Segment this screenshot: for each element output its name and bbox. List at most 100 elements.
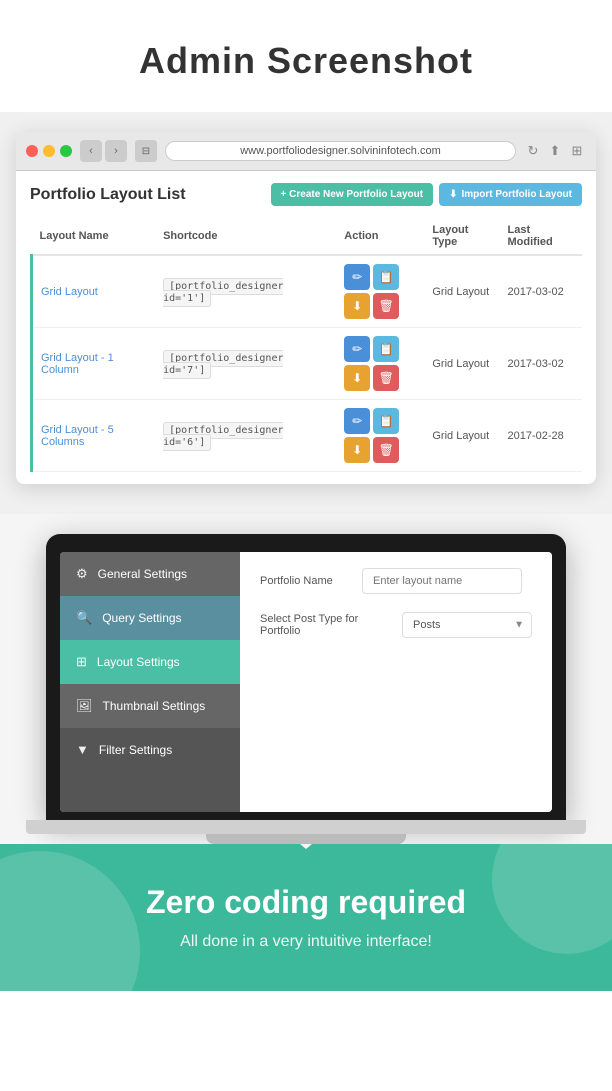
table-row: Grid Layout - 5 Columns [portfolio_desig… [32, 400, 583, 472]
reload-icon[interactable]: ↻ [524, 142, 542, 160]
laptop-sidebar: ⚙ General Settings 🔍 Query Settings ⊞ La… [60, 552, 240, 812]
title-section: Admin Screenshot [0, 0, 612, 112]
cell-action: ✏ 📋 ⬇ 🗑 [336, 400, 424, 472]
edit-button[interactable]: ✏ [344, 408, 370, 434]
col-last-modified: Last Modified [500, 218, 582, 255]
forward-button[interactable]: › [105, 140, 127, 162]
browser-nav: ‹ › [80, 140, 127, 162]
minimize-dot[interactable] [43, 145, 55, 157]
shortcode-value: [portfolio_designer id='7'] [163, 350, 283, 379]
table-row: Grid Layout [portfolio_designer id='1'] … [32, 255, 583, 328]
cell-shortcode: [portfolio_designer id='7'] [155, 328, 336, 400]
sidebar-item-thumbnail[interactable]: 🖼 Thumbnail Settings [60, 684, 240, 728]
new-tab-icon[interactable]: ⊞ [568, 142, 586, 160]
laptop-section: ⚙ General Settings 🔍 Query Settings ⊞ La… [0, 514, 612, 844]
browser-dots [26, 145, 72, 157]
laptop-screen: ⚙ General Settings 🔍 Query Settings ⊞ La… [60, 552, 552, 812]
import-label: Import Portfolio Layout [461, 189, 572, 200]
panel-title: Portfolio Layout List [30, 186, 186, 204]
delete-button[interactable]: 🗑 [373, 365, 399, 391]
sidebar-label-general: General Settings [98, 567, 187, 581]
form-row-post-type: Select Post Type for Portfolio Posts Pag… [260, 612, 532, 638]
form-row-name: Portfolio Name [260, 568, 532, 594]
sidebar-item-general[interactable]: ⚙ General Settings [60, 552, 240, 596]
page-title: Admin Screenshot [20, 40, 592, 82]
green-section: Zero coding required All done in a very … [0, 844, 612, 991]
image-icon: 🖼 [76, 698, 93, 714]
table-header-row: Layout Name Shortcode Action Layout Type… [32, 218, 583, 255]
cell-layout-type: Grid Layout [424, 255, 499, 328]
copy-button[interactable]: 📋 [373, 264, 399, 290]
portfolio-name-label: Portfolio Name [260, 575, 350, 587]
sidebar-label-query: Query Settings [102, 611, 181, 625]
cell-last-modified: 2017-03-02 [500, 255, 582, 328]
gear-icon: ⚙ [76, 566, 88, 582]
layout-name-link[interactable]: Grid Layout - 1 Column [41, 352, 114, 376]
copy-button[interactable]: 📋 [373, 408, 399, 434]
cell-layout-type: Grid Layout [424, 328, 499, 400]
search-icon: 🔍 [76, 610, 92, 626]
share-icon[interactable]: ⬆ [546, 142, 564, 160]
edit-button[interactable]: ✏ [344, 336, 370, 362]
cell-layout-name: Grid Layout - 1 Column [32, 328, 156, 400]
edit-button[interactable]: ✏ [344, 264, 370, 290]
layout-name-link[interactable]: Grid Layout - 5 Columns [41, 424, 114, 448]
filter-icon: ▼ [76, 742, 89, 757]
portfolio-name-input[interactable] [362, 568, 522, 594]
browser-bar: ‹ › ⊟ www.portfoliodesigner.solvininfote… [16, 132, 596, 171]
header-btn-group: + Create New Portfolio Layout ⬇ Import P… [271, 183, 582, 206]
sidebar-item-query[interactable]: 🔍 Query Settings [60, 596, 240, 640]
cell-last-modified: 2017-03-02 [500, 328, 582, 400]
post-type-select[interactable]: Posts Pages Custom [402, 612, 532, 638]
import-portfolio-button[interactable]: ⬇ Import Portfolio Layout [439, 183, 582, 206]
copy-button[interactable]: 📋 [373, 336, 399, 362]
cell-layout-name: Grid Layout [32, 255, 156, 328]
sidebar-item-filter[interactable]: ▼ Filter Settings [60, 728, 240, 771]
cell-action: ✏ 📋 ⬇ 🗑 [336, 328, 424, 400]
cell-layout-type: Grid Layout [424, 400, 499, 472]
download-button[interactable]: ⬇ [344, 293, 370, 319]
browser-action-icons: ↻ ⬆ ⊞ [524, 142, 586, 160]
delete-button[interactable]: 🗑 [373, 293, 399, 319]
cell-action: ✏ 📋 ⬇ 🗑 [336, 255, 424, 328]
sidebar-label-filter: Filter Settings [99, 743, 172, 757]
layout-table: Layout Name Shortcode Action Layout Type… [30, 218, 582, 472]
maximize-dot[interactable] [60, 145, 72, 157]
sidebar-item-layout[interactable]: ⊞ Layout Settings [60, 640, 240, 684]
cell-shortcode: [portfolio_designer id='1'] [155, 255, 336, 328]
browser-window: ‹ › ⊟ www.portfoliodesigner.solvininfote… [16, 132, 596, 484]
import-icon: ⬇ [449, 189, 457, 200]
close-dot[interactable] [26, 145, 38, 157]
cell-shortcode: [portfolio_designer id='6'] [155, 400, 336, 472]
browser-section: ‹ › ⊟ www.portfoliodesigner.solvininfote… [0, 112, 612, 514]
cell-layout-name: Grid Layout - 5 Columns [32, 400, 156, 472]
admin-content: Portfolio Layout List + Create New Portf… [16, 171, 596, 484]
laptop-main: Portfolio Name Select Post Type for Port… [240, 552, 552, 812]
action-btn-group: ✏ 📋 ⬇ 🗑 [344, 264, 416, 319]
laptop-base [26, 820, 586, 834]
layout-name-link[interactable]: Grid Layout [41, 286, 98, 298]
table-head: Layout Name Shortcode Action Layout Type… [32, 218, 583, 255]
shortcode-value: [portfolio_designer id='6'] [163, 422, 283, 451]
sidebar-label-thumbnail: Thumbnail Settings [103, 699, 206, 713]
panel-header: Portfolio Layout List + Create New Portf… [30, 183, 582, 206]
col-layout-type: Layout Type [424, 218, 499, 255]
laptop-stand [206, 834, 406, 844]
create-portfolio-button[interactable]: + Create New Portfolio Layout [271, 183, 434, 206]
url-bar[interactable]: www.portfoliodesigner.solvininfotech.com [165, 141, 516, 161]
download-button[interactable]: ⬇ [344, 437, 370, 463]
delete-button[interactable]: 🗑 [373, 437, 399, 463]
tabs-icon[interactable]: ⊟ [135, 140, 157, 162]
col-layout-name: Layout Name [32, 218, 156, 255]
table-body: Grid Layout [portfolio_designer id='1'] … [32, 255, 583, 472]
decorative-circle-1 [0, 851, 140, 991]
action-btn-group: ✏ 📋 ⬇ 🗑 [344, 336, 416, 391]
laptop-outer: ⚙ General Settings 🔍 Query Settings ⊞ La… [46, 534, 566, 820]
cell-last-modified: 2017-02-28 [500, 400, 582, 472]
post-type-select-wrapper: Posts Pages Custom ▼ [402, 612, 532, 638]
post-type-label: Select Post Type for Portfolio [260, 613, 390, 637]
back-button[interactable]: ‹ [80, 140, 102, 162]
download-button[interactable]: ⬇ [344, 365, 370, 391]
layout-icon: ⊞ [76, 654, 87, 670]
action-btn-group: ✏ 📋 ⬇ 🗑 [344, 408, 416, 463]
